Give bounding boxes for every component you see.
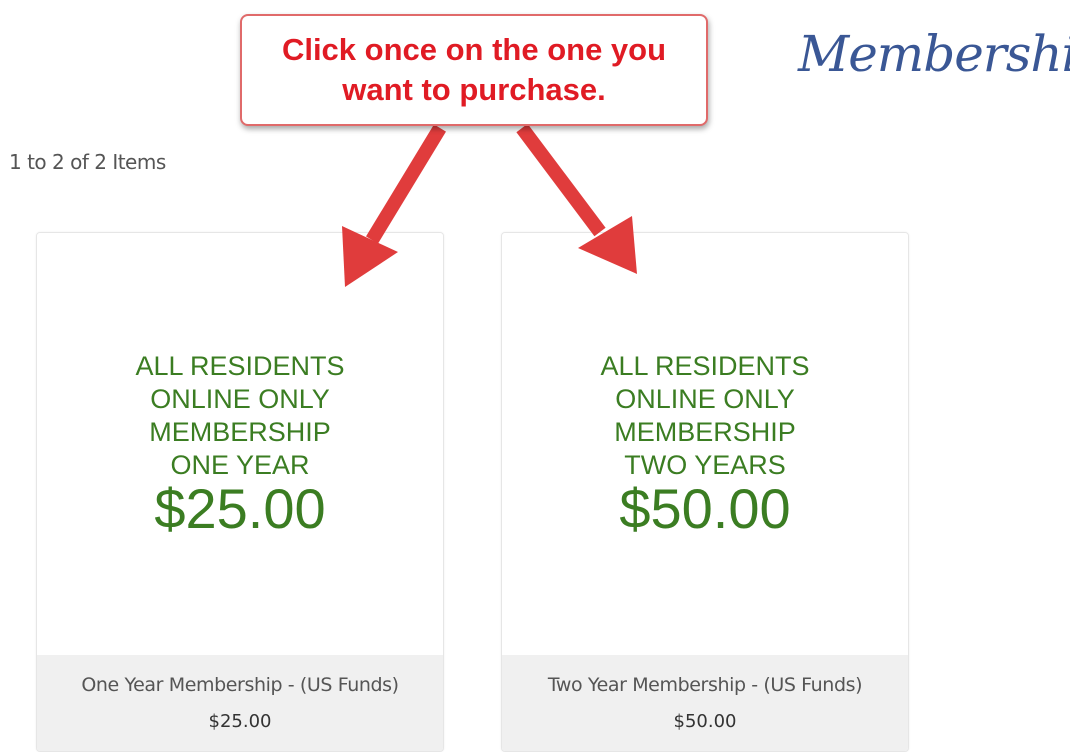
instruction-callout: Click once on the one you want to purcha… xyxy=(240,14,708,126)
callout-line-2: want to purchase. xyxy=(342,72,606,107)
right-arrow-icon xyxy=(516,123,637,274)
callout-line-1: Click once on the one you xyxy=(281,32,667,67)
left-arrow-icon xyxy=(342,124,446,287)
